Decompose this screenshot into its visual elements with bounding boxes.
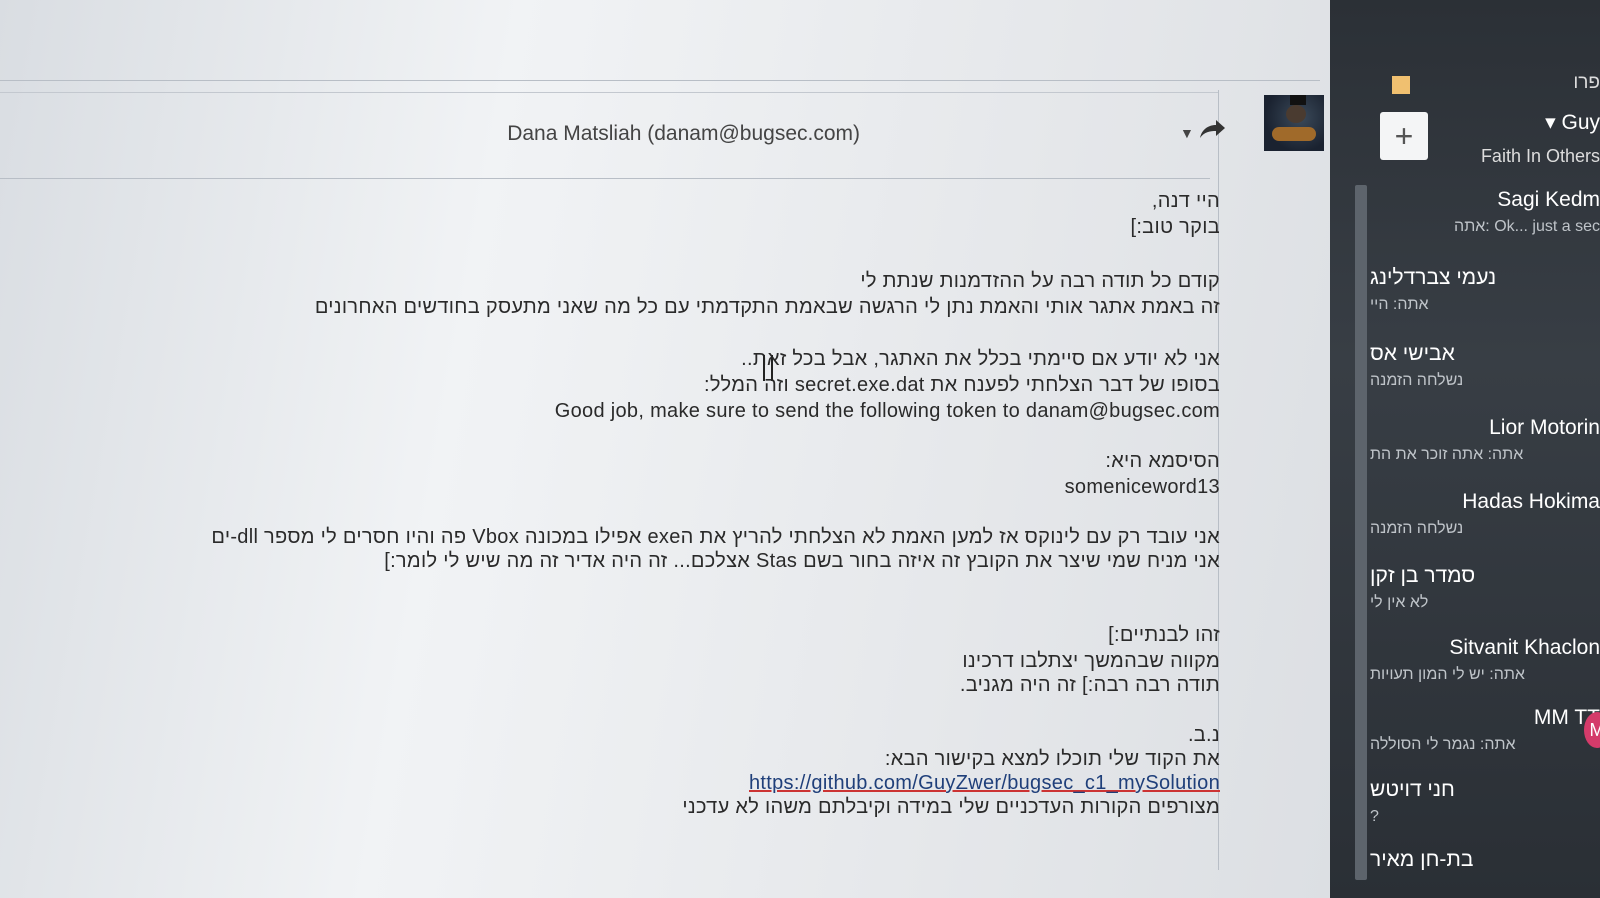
email-line: תודה רבה רבה:] זה היה מגניב. (959, 674, 1220, 696)
contact-item[interactable]: Hadas Hokima נשלחה הזמנה (1370, 490, 1600, 538)
contact-item[interactable]: חני דויטש ? (1370, 778, 1600, 826)
scrollbar[interactable] (1355, 185, 1367, 880)
contact-preview: נשלחה הזמנה (1370, 520, 1464, 537)
notification-icon[interactable] (1392, 76, 1410, 94)
contact-name: Sagi Kedm (1497, 188, 1600, 211)
contact-item[interactable]: בת-חן מאיר (1370, 848, 1600, 872)
contact-preview: אתה: אתה זוכר את הת (1370, 446, 1524, 463)
email-line: זהו לבנתיים:] (1108, 624, 1220, 646)
email-pane: Dana Matsliah (danam@bugsec.com) ▼ היי ד… (0, 0, 1330, 898)
text-cursor-icon (763, 355, 773, 381)
email-line: someniceword13 (1064, 476, 1220, 498)
sender-name[interactable]: Dana Matsliah (danam@bugsec.com) (507, 122, 860, 146)
contact-preview: אתה: היי (1370, 296, 1429, 313)
contact-preview: לא אין לי (1370, 594, 1429, 611)
self-name[interactable]: ▾ Guy (1545, 110, 1600, 135)
contact-preview: אתה: Ok... just a sec (1454, 218, 1600, 235)
contact-item[interactable]: אבישי אס נשלחה הזמנה (1370, 342, 1600, 390)
email-line: נ.ב. (1187, 724, 1220, 746)
email-line: קודם כל תודה רבה על ההזדמנות שנתת לי (860, 270, 1220, 292)
contact-item[interactable]: Sitvanit Khaclon אתה: יש לי המון תעויות (1370, 636, 1600, 684)
contact-item[interactable]: סמדר בן זקן לא אין לי (1370, 564, 1600, 612)
contact-name: נעמי צברדלינג (1370, 266, 1497, 289)
contact-preview: ? (1370, 808, 1379, 825)
contact-name: Sitvanit Khaclon (1449, 636, 1600, 659)
forward-icon[interactable] (1198, 118, 1226, 140)
contact-name: אבישי אס (1370, 342, 1455, 365)
chevron-down-icon[interactable]: ▼ (1180, 125, 1194, 141)
contact-name: סמדר בן זקן (1370, 564, 1476, 587)
contact-item[interactable]: Lior Motorin אתה: אתה זוכר את הת (1370, 416, 1600, 464)
divider (0, 178, 1210, 179)
contact-item[interactable]: Sagi Kedm אתה: Ok... just a sec (1370, 188, 1600, 236)
contact-name: Hadas Hokima (1462, 490, 1600, 513)
email-line: בסופו של דבר הצלחתי לפענח את secret.exe.… (704, 374, 1220, 396)
email-line: היי דנה, (1151, 190, 1220, 212)
email-line: מצורפים הקורות העדכניים שלי במידה וקיבלת… (682, 796, 1220, 818)
self-status[interactable]: Faith In Others (1481, 146, 1600, 167)
contact-name: MM TT (1533, 706, 1600, 729)
email-line: את הקוד שלי תוכלו למצא בקישור הבא: (884, 748, 1220, 770)
email-line: Good job, make sure to send the followin… (554, 400, 1220, 422)
chat-sidebar: פרו + ▾ Guy Faith In Others Sagi Kedm את… (1330, 0, 1600, 898)
email-line: אני לא יודע אם סיימתי בכלל את האתגר, אבל… (741, 348, 1220, 370)
contact-preview: אתה: נגמר לי הסוללה (1370, 736, 1516, 753)
contact-name: בת-חן מאיר (1370, 848, 1474, 871)
contact-preview: אתה: יש לי המון תעויות (1370, 666, 1525, 683)
email-line: בוקר טוב:] (1130, 216, 1220, 238)
add-contact-button[interactable]: + (1380, 112, 1428, 160)
avatar[interactable] (1264, 95, 1324, 151)
contact-item[interactable]: MM TT אתה: נגמר לי הסוללה M (1370, 706, 1600, 754)
contact-name: חני דויטש (1370, 778, 1455, 801)
panel-title: פרו (1573, 72, 1600, 93)
contact-preview: נשלחה הזמנה (1370, 372, 1464, 389)
email-line: אני מניח שמי שיצר את הקובץ זה איזה בחור … (384, 550, 1220, 572)
divider (0, 80, 1320, 81)
email-line: מקווה שבהמשך יצתלבו דרכינו (962, 650, 1220, 672)
email-line: זה באמת אתגר אותי והאמת נתן לי הרגשה שבא… (314, 296, 1220, 318)
contact-name: Lior Motorin (1489, 416, 1600, 439)
email-line: הסיסמא היא: (1105, 450, 1220, 472)
contact-item[interactable]: נעמי צברדלינג אתה: היי (1370, 266, 1600, 314)
email-line: אני עובד רק עם לינוקס אז למען האמת לא הצ… (211, 526, 1220, 548)
github-link[interactable]: https://github.com/GuyZwer/bugsec_c1_myS… (749, 772, 1220, 795)
